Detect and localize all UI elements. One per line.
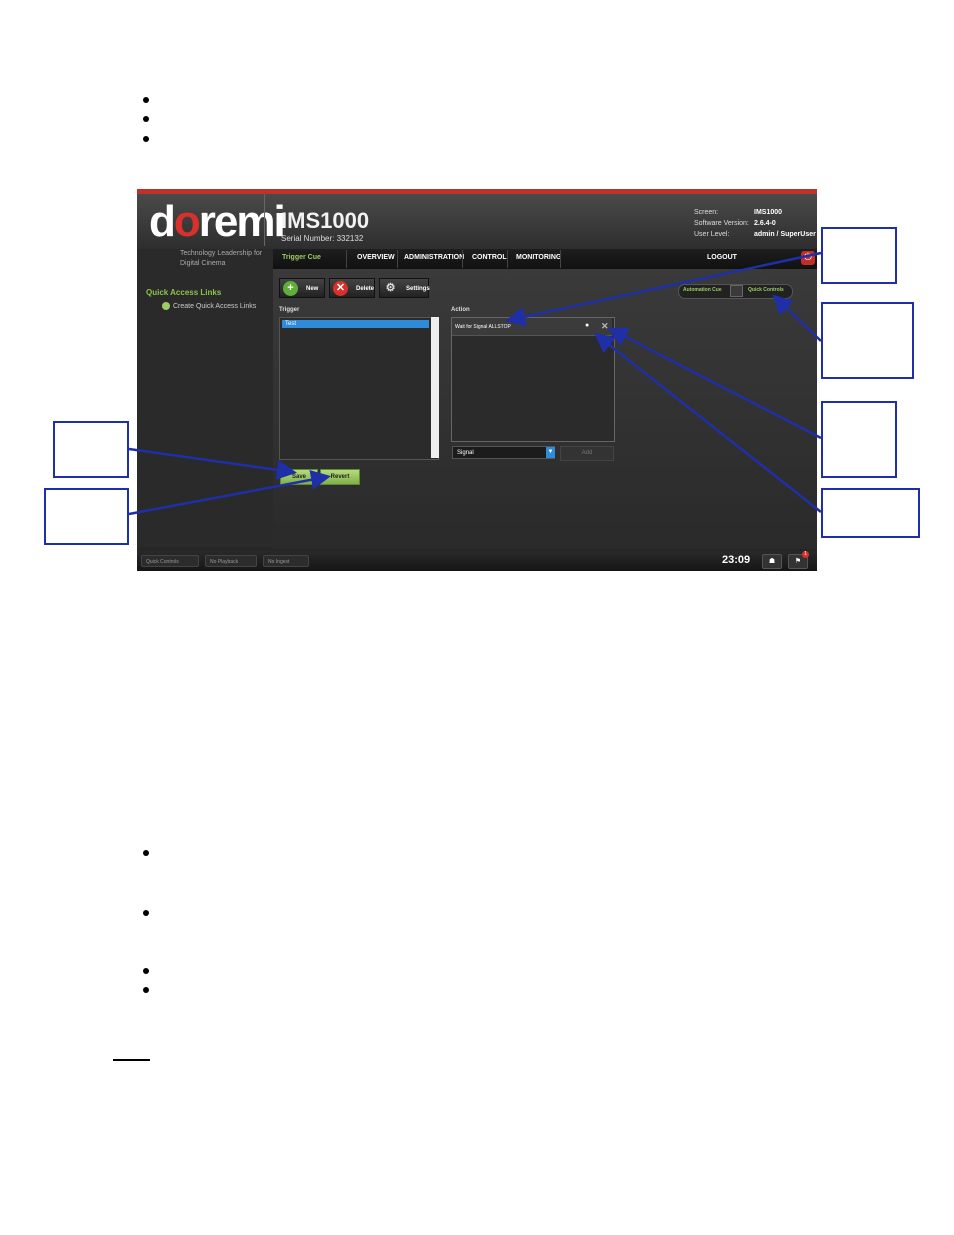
callout-arrow [505, 251, 822, 327]
callout-arrow [772, 294, 822, 342]
callout-arrow [128, 469, 331, 516]
callout-arrow [128, 447, 297, 480]
callout-arrow [607, 327, 822, 440]
callout-arrow [594, 332, 822, 513]
note-underline [113, 1059, 150, 1061]
doc-bullet [143, 910, 149, 916]
doc-bullet [143, 968, 149, 974]
callout-arrows [128, 251, 822, 516]
doc-bullet [143, 850, 149, 856]
doc-bullet [143, 987, 149, 993]
